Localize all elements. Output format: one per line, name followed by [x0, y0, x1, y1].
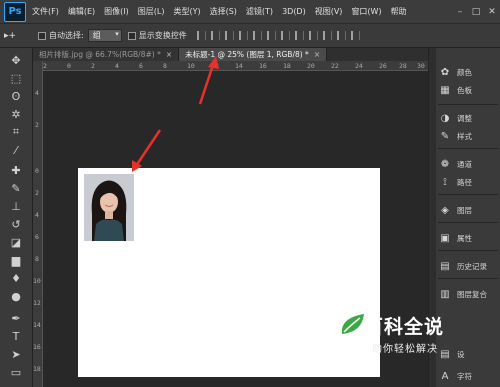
panel-label: 路径	[457, 177, 472, 187]
panel-channels[interactable]: ❁ 通道	[436, 156, 500, 172]
panel-divider	[438, 222, 498, 223]
panel-label: 图层复合	[457, 289, 487, 299]
panel-properties[interactable]: ▣ 属性	[436, 230, 500, 246]
arrow-to-photo	[132, 129, 162, 172]
panel-divider	[438, 148, 498, 149]
panel-label: 样式	[457, 131, 472, 141]
adjustments-icon: ◑	[440, 112, 450, 124]
properties-icon: ▣	[440, 232, 450, 244]
panel-divider	[438, 104, 498, 105]
panel-label: 设	[457, 349, 465, 359]
panel-paths[interactable]: ⟟ 路径	[436, 174, 500, 190]
history-icon: ▤	[440, 260, 450, 272]
panel-styles[interactable]: ✎ 样式	[436, 128, 500, 144]
panel-label: 历史记录	[457, 261, 487, 271]
panel-divider	[438, 194, 498, 195]
panel-layer-comps[interactable]: ▥ 图层复合	[436, 286, 500, 302]
panel-label: 图层	[457, 205, 472, 215]
panel-layers[interactable]: ◈ 图层	[436, 202, 500, 218]
panel-color[interactable]: ✿ 颜色	[436, 64, 500, 80]
panel-label: 调整	[457, 113, 472, 123]
character-icon: A	[441, 370, 449, 382]
panel-swatches[interactable]: ▦ 色板	[436, 82, 500, 98]
styles-icon: ✎	[440, 130, 450, 142]
panel-divider	[438, 278, 498, 279]
watermark-subtitle: 助你轻松解决	[372, 344, 438, 355]
panel-label: 颜色	[457, 67, 472, 77]
panel-character[interactable]: A 字符	[436, 368, 500, 384]
panel-label: 字符	[457, 371, 472, 381]
layer-comps-icon: ▥	[440, 288, 450, 300]
swatches-icon: ▦	[440, 84, 450, 96]
color-icon: ✿	[440, 66, 450, 78]
watermark: 百科全说 助你轻松解决	[338, 310, 458, 360]
watermark-title: 百科全说	[364, 316, 445, 338]
channels-icon: ❁	[440, 158, 450, 170]
arrow-to-tab	[198, 56, 219, 105]
panel-label: 属性	[457, 233, 472, 243]
panel-adjustments[interactable]: ◑ 调整	[436, 110, 500, 126]
paths-icon: ⟟	[443, 176, 447, 188]
layers-icon: ◈	[441, 204, 449, 216]
panel-label: 通道	[457, 159, 472, 169]
panel-label: 色板	[457, 85, 472, 95]
panel-divider	[438, 250, 498, 251]
panel-history[interactable]: ▤ 历史记录	[436, 258, 500, 274]
